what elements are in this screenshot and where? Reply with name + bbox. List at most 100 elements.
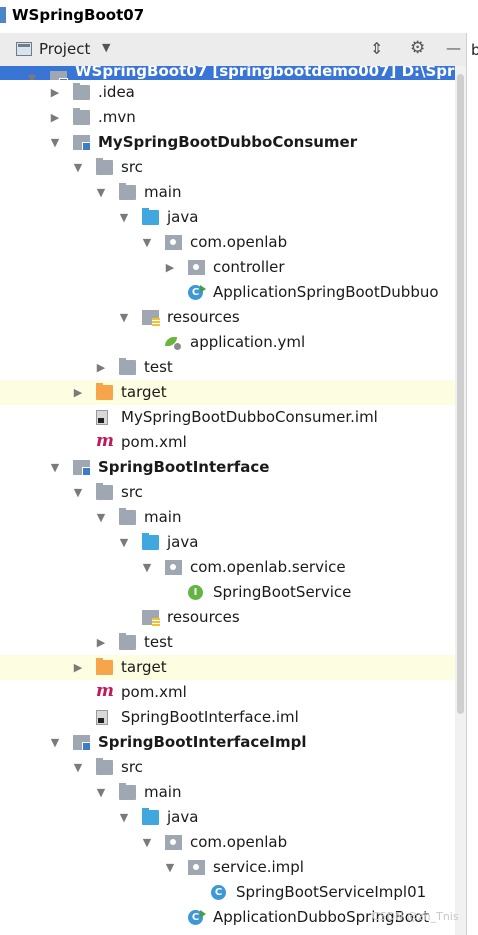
tree-row[interactable]: SpringBootInterface.iml	[0, 705, 455, 730]
tree-item-label: SpringBootInterface.iml	[121, 708, 299, 726]
tree-row[interactable]: ▼ main	[0, 180, 455, 205]
tree-item-label: resources	[167, 308, 240, 326]
source-folder-icon	[142, 533, 159, 550]
package-icon	[188, 260, 205, 275]
expand-arrow-down-icon[interactable]: ▼	[72, 486, 84, 499]
hide-panel-icon[interactable]: —	[446, 39, 461, 57]
expand-arrow-right-icon[interactable]: ▶	[49, 86, 61, 99]
tree-row[interactable]: ▶ target	[0, 655, 455, 680]
tree-row[interactable]: m pom.xml	[0, 430, 455, 455]
expand-arrow-down-icon[interactable]: ▼	[118, 211, 130, 224]
expand-arrow-down-icon[interactable]: ▼	[72, 161, 84, 174]
expand-arrow-down-icon[interactable]: ▼	[118, 311, 130, 324]
tree-item-label: service.impl	[213, 858, 304, 876]
folder-icon	[73, 108, 90, 125]
folder-icon	[119, 183, 136, 200]
project-view-icon	[16, 42, 32, 56]
expand-arrow-down-icon[interactable]: ▼	[49, 736, 61, 749]
tree-item-label: com.openlab	[190, 833, 288, 851]
tree-item-label: resources	[167, 608, 240, 626]
source-folder-icon	[142, 808, 159, 825]
tree-row[interactable]: MySpringBootDubboConsumer.iml	[0, 405, 455, 430]
expand-arrow-right-icon[interactable]: ▶	[95, 361, 107, 374]
expand-arrow-down-icon[interactable]: ▼	[49, 461, 61, 474]
tree-row[interactable]: ▼ com.openlab	[0, 830, 455, 855]
expand-arrow-right-icon[interactable]: ▶	[164, 261, 176, 274]
tree-row[interactable]: ▶ test	[0, 630, 455, 655]
window-title-bar: WSpringBoot07	[0, 0, 478, 32]
expand-arrow-right-icon[interactable]: ▶	[72, 386, 84, 399]
expand-arrow-down-icon[interactable]: ▼	[141, 836, 153, 849]
tree-row[interactable]: ▼ main	[0, 780, 455, 805]
chevron-down-icon[interactable]: ▼	[102, 41, 110, 54]
project-view-selector[interactable]: Project	[39, 40, 90, 58]
expand-arrow-right-icon[interactable]: ▶	[49, 111, 61, 124]
iml-file-icon	[96, 710, 108, 725]
expand-arrow-down-icon[interactable]: ▼	[95, 511, 107, 524]
tree-row[interactable]: C SpringBootServiceImpl01	[0, 880, 455, 905]
tree-row[interactable]: ▶ .idea	[0, 80, 455, 105]
scrollbar-thumb[interactable]	[457, 74, 464, 714]
tree-row[interactable]: ▶ controller	[0, 255, 455, 280]
expand-arrow-down-icon[interactable]: ▼	[95, 186, 107, 199]
package-icon	[165, 835, 182, 850]
java-class-icon: C	[211, 885, 226, 900]
expand-arrow-down-icon[interactable]: ▼	[72, 761, 84, 774]
tree-row[interactable]: ▼ src	[0, 755, 455, 780]
tree-item-label: test	[144, 633, 173, 651]
tree-item-label: src	[121, 758, 143, 776]
expand-arrow-right-icon[interactable]: ▶	[95, 636, 107, 649]
tree-row[interactable]: ▼ src	[0, 155, 455, 180]
tree-row[interactable]: ▼ main	[0, 505, 455, 530]
expand-arrow-down-icon[interactable]: ▼	[118, 536, 130, 549]
maven-icon: m	[96, 431, 114, 451]
tree-row[interactable]: ▼ resources	[0, 305, 455, 330]
package-icon	[165, 560, 182, 575]
tree-row[interactable]: ▶ .mvn	[0, 105, 455, 130]
tree-row[interactable]: resources	[0, 605, 455, 630]
folder-icon	[73, 83, 90, 100]
tree-item-label: SpringBootService	[213, 583, 352, 601]
expand-arrow-down-icon[interactable]: ▼	[141, 236, 153, 249]
tree-row[interactable]: m pom.xml	[0, 680, 455, 705]
folder-icon	[96, 158, 113, 175]
expand-arrow-right-icon[interactable]: ▶	[72, 661, 84, 674]
tree-item-label: main	[144, 183, 182, 201]
tree-item-label: com.openlab.service	[190, 558, 346, 576]
tree-row[interactable]: ▼ SpringBootInterface	[0, 455, 455, 480]
tree-row[interactable]: ▼ MySpringBootDubboConsumer	[0, 130, 455, 155]
tree-row[interactable]: ▼ java	[0, 530, 455, 555]
editor-tab[interactable]: b	[471, 41, 478, 59]
folder-icon	[119, 783, 136, 800]
expand-arrow-down-icon[interactable]: ▼	[49, 136, 61, 149]
expand-arrow-down-icon[interactable]: ▼	[26, 72, 38, 80]
tree-row[interactable]: C ApplicationSpringBootDubbuo	[0, 280, 455, 305]
tree-row[interactable]: I SpringBootService	[0, 580, 455, 605]
gear-icon[interactable]: ⚙	[410, 38, 425, 58]
tree-row[interactable]: ▼ java	[0, 805, 455, 830]
tree-item-label: SpringBootInterfaceImpl	[98, 733, 307, 751]
tree-row[interactable]: ▼ SpringBootInterfaceImpl	[0, 730, 455, 755]
expand-arrow-down-icon[interactable]: ▼	[164, 861, 176, 874]
tree-item-label: pom.xml	[121, 433, 187, 451]
tree-row[interactable]: ▼ com.openlab	[0, 230, 455, 255]
tree-row[interactable]: application.yml	[0, 330, 455, 355]
tree-row[interactable]: ▼ service.impl	[0, 855, 455, 880]
tree-row[interactable]: ▼ java	[0, 205, 455, 230]
tree-item-label: MySpringBootDubboConsumer	[98, 133, 358, 151]
tree-row-selected[interactable]: ▼ WSpringBoot07 [springbootdemo007] D:\Sp…	[0, 66, 455, 80]
expand-arrow-down-icon[interactable]: ▼	[118, 811, 130, 824]
window-icon	[0, 7, 6, 23]
tree-row[interactable]: ▶ test	[0, 355, 455, 380]
tree-item-label: controller	[213, 258, 285, 276]
folder-icon	[119, 358, 136, 375]
tree-row[interactable]: ▼ src	[0, 480, 455, 505]
collapse-all-icon[interactable]: ⇕	[370, 39, 383, 58]
tree-row[interactable]: ▼ com.openlab.service	[0, 555, 455, 580]
expand-arrow-down-icon[interactable]: ▼	[95, 786, 107, 799]
maven-icon: m	[96, 681, 114, 701]
expand-arrow-down-icon[interactable]: ▼	[141, 561, 153, 574]
tree-row[interactable]: ▶ target	[0, 380, 455, 405]
tree-scrollbar[interactable]	[455, 66, 466, 935]
resources-folder-icon	[142, 610, 160, 626]
